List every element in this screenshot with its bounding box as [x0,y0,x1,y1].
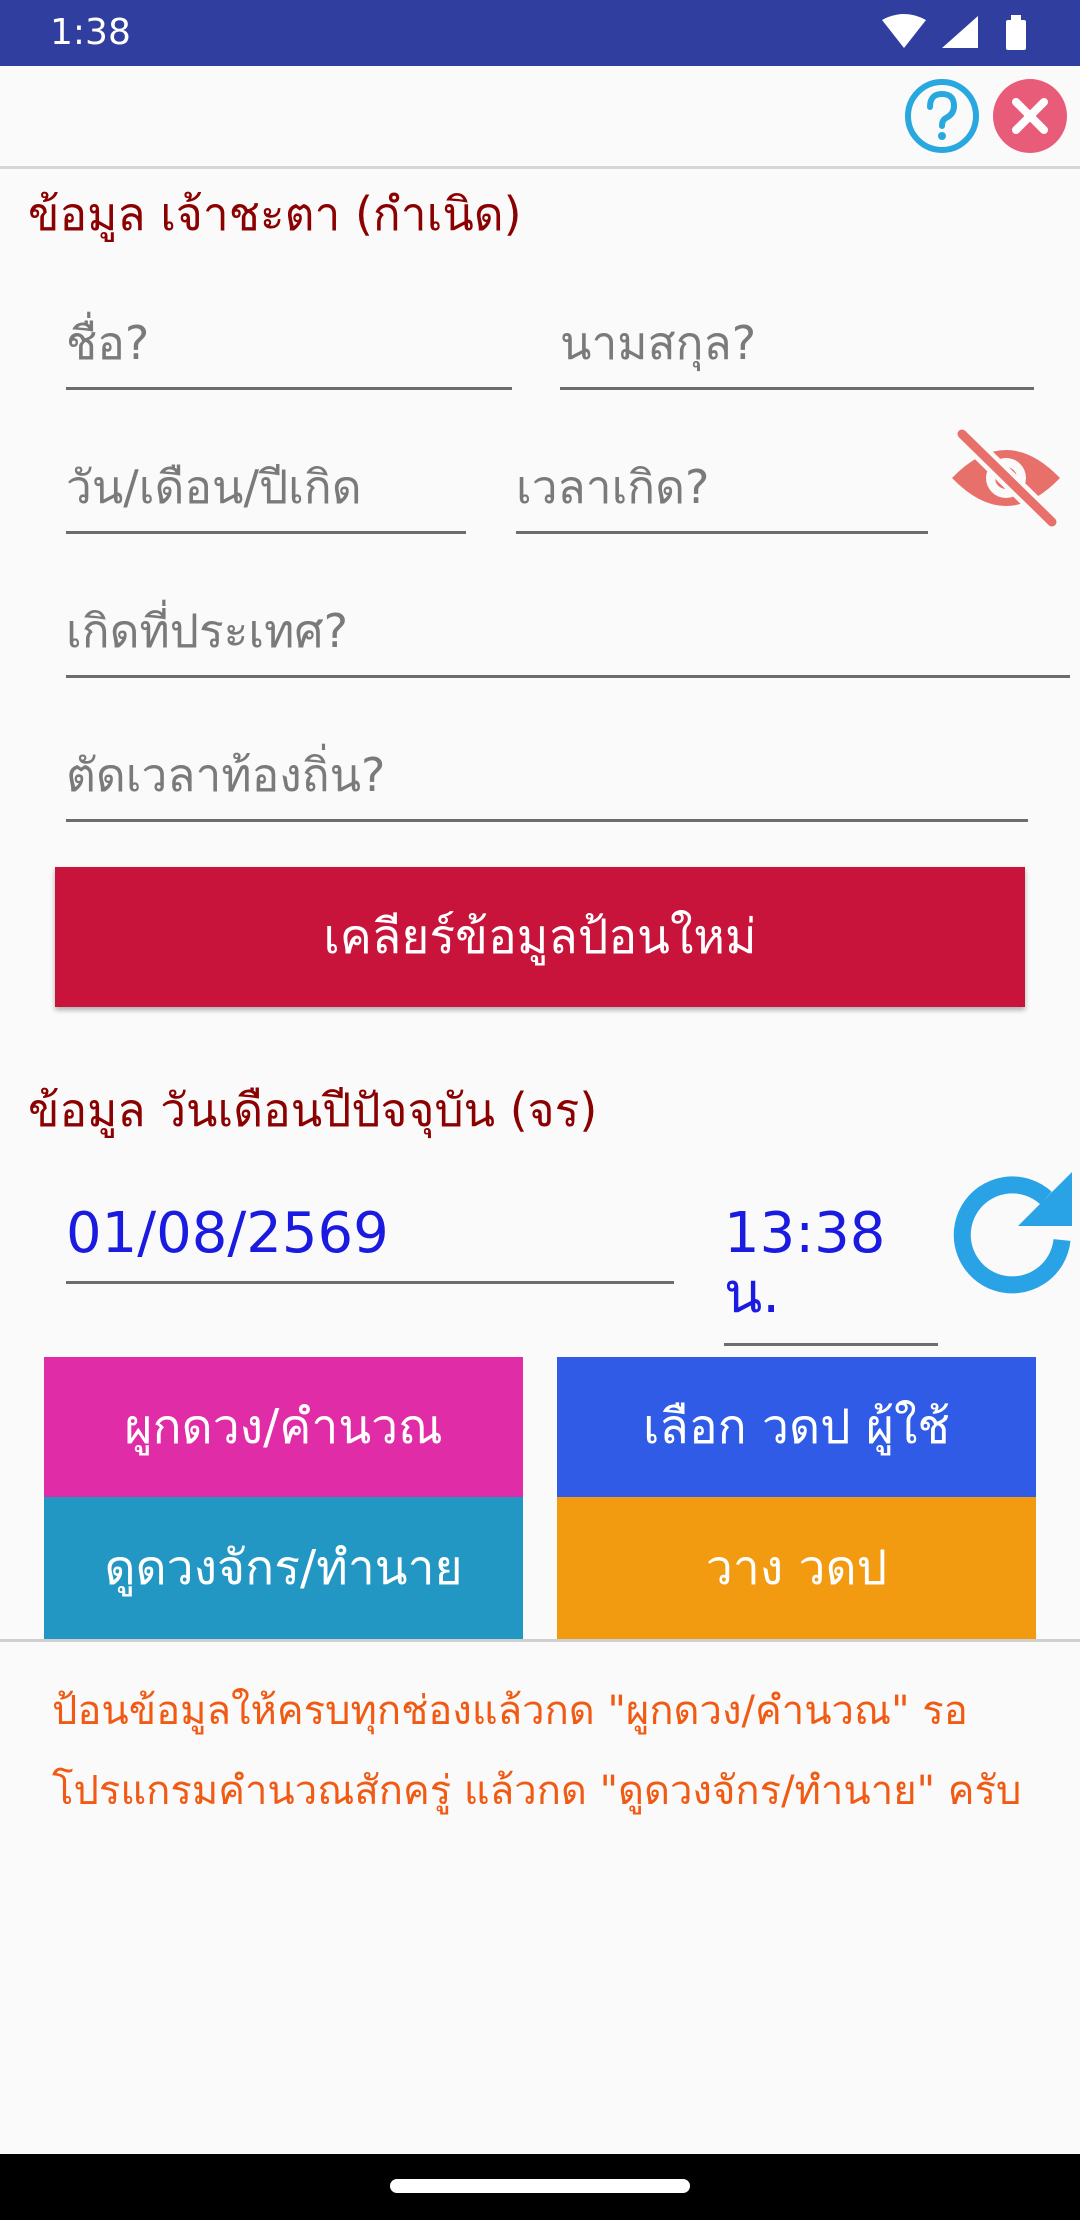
status-icons [880,14,1050,52]
wifi-icon [882,14,926,48]
visibility-toggle-button[interactable] [946,425,1066,531]
birth-country-input[interactable] [66,586,1070,678]
name-input[interactable] [66,298,512,390]
home-indicator[interactable] [390,2179,690,2193]
battery-icon [1006,15,1026,50]
current-date-field[interactable]: 01/08/2569 [66,1196,674,1284]
help-icon [905,79,979,153]
instruction-line-1: ป้อนข้อมูลให้ครบทุกช่องแล้วกด "ผูกดวง/คำ… [52,1688,968,1734]
close-button[interactable] [992,78,1068,154]
place-date-button[interactable]: วาง วดป [557,1497,1036,1639]
section-divider [0,1639,1080,1642]
help-button[interactable] [904,78,980,154]
birth-section-title: ข้อมูล เจ้าชะตา (กำเนิด) [28,187,522,241]
status-time: 1:38 [50,12,131,53]
select-user-date-button[interactable]: เลือก วดป ผู้ใช้ [557,1357,1036,1497]
current-time-field[interactable]: 13:38 น. [724,1196,938,1346]
signal-icon [942,16,978,48]
current-section-title: ข้อมูล วันเดือนปีปัจจุบัน (จร) [28,1083,598,1137]
refresh-icon [953,1172,1072,1294]
birthtime-input[interactable] [516,442,928,534]
birthdate-input[interactable] [66,442,466,534]
close-icon [993,79,1067,153]
local-time-input[interactable] [66,730,1028,822]
visibility-off-icon [952,425,1061,531]
refresh-button[interactable] [950,1168,1080,1298]
calculate-button[interactable]: ผูกดวง/คำนวณ [44,1357,523,1497]
clear-button[interactable]: เคลียร์ข้อมูลป้อนใหม่ [55,867,1025,1007]
current-time-unit: น. [724,1261,781,1326]
surname-input[interactable] [560,298,1034,390]
instruction-line-2: โปรแกรมคำนวณสักครู่ แล้วกด "ดูดวงจักร/ทำ… [52,1768,1022,1814]
current-time-value: 13:38 [724,1201,886,1266]
predict-button[interactable]: ดูดวงจักร/ทำนาย [44,1497,523,1639]
header-divider [0,166,1080,169]
current-date-value: 01/08/2569 [66,1201,389,1266]
